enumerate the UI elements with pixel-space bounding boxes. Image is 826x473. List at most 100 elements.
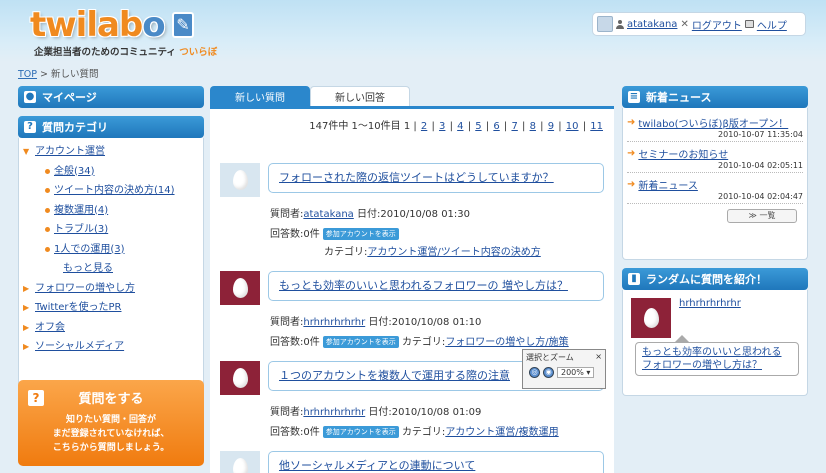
tab-new-answers[interactable]: 新しい回答 bbox=[310, 86, 410, 106]
zoom-level-value: 200% bbox=[561, 368, 584, 377]
egg-icon bbox=[643, 308, 659, 328]
ask-question-button[interactable]: ? 質問をする 知りたい質問・回答が まだ登録されていなければ、 こちらから質問しまし… bbox=[18, 380, 204, 466]
news-link[interactable]: 新着ニュース bbox=[638, 177, 698, 192]
question-title[interactable]: もっとも効率のいいと思われるフォロワーの 増やし方は？ bbox=[268, 271, 604, 301]
username-link[interactable]: atatakana bbox=[627, 19, 677, 30]
page-link[interactable]: 4 bbox=[457, 121, 463, 132]
page-link[interactable]: 7 bbox=[511, 121, 517, 132]
breadcrumb: TOP > 新しい質問 bbox=[18, 66, 99, 80]
asker-link[interactable]: hrhrhrhrhrhr bbox=[303, 407, 365, 418]
bullet-icon bbox=[45, 168, 50, 174]
category-link[interactable]: アカウント運営/複数運用 bbox=[445, 427, 558, 438]
category-link[interactable]: アカウント運営/ツイート内容の決め方 bbox=[367, 247, 540, 258]
user-avatar[interactable] bbox=[220, 271, 260, 305]
page-link[interactable]: 6 bbox=[493, 121, 499, 132]
breadcrumb-top[interactable]: TOP bbox=[18, 69, 37, 80]
subcategory-item[interactable]: 複数運用(4) bbox=[23, 201, 203, 221]
question-title[interactable]: フォローされた際の返信ツイートはどうしていますか？ bbox=[268, 163, 604, 193]
user-avatar[interactable] bbox=[220, 361, 260, 395]
news-date: 2010-10-04 02:05:11 bbox=[718, 161, 803, 170]
avatar[interactable] bbox=[597, 16, 613, 32]
subcategory-item[interactable]: トラブル(3) bbox=[23, 220, 203, 240]
more-link[interactable]: もっと見る bbox=[23, 259, 203, 279]
question-icon: ? bbox=[24, 121, 36, 133]
show-accounts-button[interactable]: 参加アカウントを表示 bbox=[322, 426, 399, 438]
question-meta: 質問者:hrhrhrhrhrhr 日付:2010/10/08 01:10 bbox=[270, 313, 481, 328]
category-meta: カテゴリ:アカウント運営/ツイート内容の決め方 bbox=[324, 243, 541, 258]
subcategory-item[interactable]: ツイート内容の決め方(14) bbox=[23, 181, 203, 201]
zoom-select-icon[interactable]: ◎ bbox=[529, 367, 540, 378]
date-value: 2010/10/08 01:30 bbox=[380, 209, 471, 220]
category-label: フォロワーの増やし方 bbox=[35, 282, 135, 294]
news-date: 2010-10-07 11:35:04 bbox=[718, 130, 803, 139]
news-list-button[interactable]: ≫ 一覧 bbox=[727, 209, 797, 223]
page-link[interactable]: 8 bbox=[530, 121, 536, 132]
answer-meta: 回答数:0件 参加アカウントを表示 カテゴリ:アカウント運営/複数運用 bbox=[270, 423, 559, 438]
tagline-kana: ついらぼ bbox=[179, 47, 218, 58]
logout-link[interactable]: ログアウト bbox=[692, 17, 742, 32]
asker-link[interactable]: atatakana bbox=[303, 209, 353, 220]
triangle-right-icon: ▶ bbox=[23, 342, 30, 351]
arrow-right-icon: ➜ bbox=[627, 117, 636, 128]
page-link[interactable]: 5 bbox=[475, 121, 481, 132]
tab-new-questions[interactable]: 新しい質問 bbox=[210, 86, 310, 106]
mypage-bar[interactable]: ● マイページ bbox=[18, 86, 204, 108]
zoom-magnify-icon[interactable]: ◉ bbox=[543, 367, 554, 378]
category-link[interactable]: フォロワーの増やし方/施策 bbox=[445, 337, 568, 348]
page-link[interactable]: 11 bbox=[590, 121, 603, 132]
random-question[interactable]: もっとも効率のいいと思われる フォロワーの増やし方は？ bbox=[635, 335, 799, 376]
bullet-icon bbox=[45, 227, 50, 233]
show-accounts-button[interactable]: 参加アカウントを表示 bbox=[322, 336, 399, 348]
category-item[interactable]: ▶ オフ会 bbox=[23, 318, 203, 338]
category-main[interactable]: ▼ アカウント運営 bbox=[23, 142, 203, 162]
site-logo[interactable]: twilabo bbox=[30, 8, 166, 42]
category-label: カテゴリ: bbox=[324, 247, 368, 258]
zoom-level-select[interactable]: 200% ▾ bbox=[557, 367, 595, 378]
categories-box: ▼ アカウント運営 全般(34) ツイート内容の決め方(14) 複数運用(4) ト… bbox=[18, 138, 204, 402]
answers-label: 回答数: bbox=[270, 229, 304, 240]
user-avatar[interactable] bbox=[220, 163, 260, 197]
page-link[interactable]: 9 bbox=[548, 121, 554, 132]
person-icon: ● bbox=[24, 91, 36, 103]
page-link[interactable]: 10 bbox=[566, 121, 579, 132]
left-sidebar: ● マイページ ? 質問カテゴリ ▼ アカウント運営 全般(34) ツイート内容の決め… bbox=[18, 86, 204, 402]
egg-icon bbox=[232, 170, 248, 190]
triangle-right-icon: ▶ bbox=[23, 303, 30, 312]
subcategory-item[interactable]: 全般(34) bbox=[23, 162, 203, 182]
page-current: 1 bbox=[403, 121, 411, 132]
asker-label: 質問者: bbox=[270, 209, 304, 220]
header: twilabo ✎ 企業担当者のためのコミュニティ ついらぼ atatakana… bbox=[0, 0, 826, 62]
news-link[interactable]: twilabo(ついらぼ)β版オープン！ bbox=[638, 115, 788, 130]
date-label: 日付: bbox=[357, 209, 381, 220]
user-avatar[interactable] bbox=[631, 298, 671, 338]
help-link[interactable]: ヘルプ bbox=[757, 17, 787, 32]
ask-desc: 知りたい質問・回答が bbox=[65, 415, 156, 425]
mypage-label: マイページ bbox=[42, 91, 97, 104]
asker-link[interactable]: hrhrhrhrhrhr bbox=[303, 317, 365, 328]
user-avatar[interactable] bbox=[220, 451, 260, 473]
egg-icon bbox=[232, 458, 248, 473]
subcategory-item[interactable]: 1人での運用(3) bbox=[23, 240, 203, 260]
subcategory-label: ツイート内容の決め方(14) bbox=[54, 185, 175, 196]
page-link[interactable]: 3 bbox=[439, 121, 445, 132]
subcategory-label: 1人での運用(3) bbox=[54, 243, 125, 255]
question-icon: ? bbox=[28, 389, 44, 406]
category-item[interactable]: ▶ フォロワーの増やし方 bbox=[23, 279, 203, 299]
zoom-close-button[interactable]: × bbox=[595, 352, 602, 363]
triangle-right-icon: ▶ bbox=[23, 283, 30, 293]
question-title[interactable]: 他ソーシャルメディアとの連動について bbox=[268, 451, 604, 473]
page-link[interactable]: 2 bbox=[421, 121, 427, 132]
random-user-link[interactable]: hrhrhrhrhrhr bbox=[679, 298, 741, 309]
answers-value: 0件 bbox=[303, 427, 320, 438]
question-meta: 質問者:hrhrhrhrhrhr 日付:2010/10/08 01:09 bbox=[270, 403, 481, 418]
category-item[interactable]: ▶ Twitterを使ったPR bbox=[23, 298, 203, 318]
news-title: 新着ニュース bbox=[646, 91, 712, 104]
category-label: カテゴリ: bbox=[401, 427, 446, 438]
random-title: ランダムに質問を紹介！ bbox=[646, 273, 767, 286]
random-bar: ▮ ランダムに質問を紹介！ bbox=[622, 268, 808, 290]
news-link[interactable]: セミナーのお知らせ bbox=[638, 146, 728, 161]
category-item[interactable]: ▶ ソーシャルメディア bbox=[23, 337, 203, 357]
show-accounts-button[interactable]: 参加アカウントを表示 bbox=[322, 228, 399, 240]
question-title-text: １つのアカウントを複数人で運用する際の注意 bbox=[279, 369, 510, 382]
answers-value: 0件 bbox=[303, 337, 320, 348]
